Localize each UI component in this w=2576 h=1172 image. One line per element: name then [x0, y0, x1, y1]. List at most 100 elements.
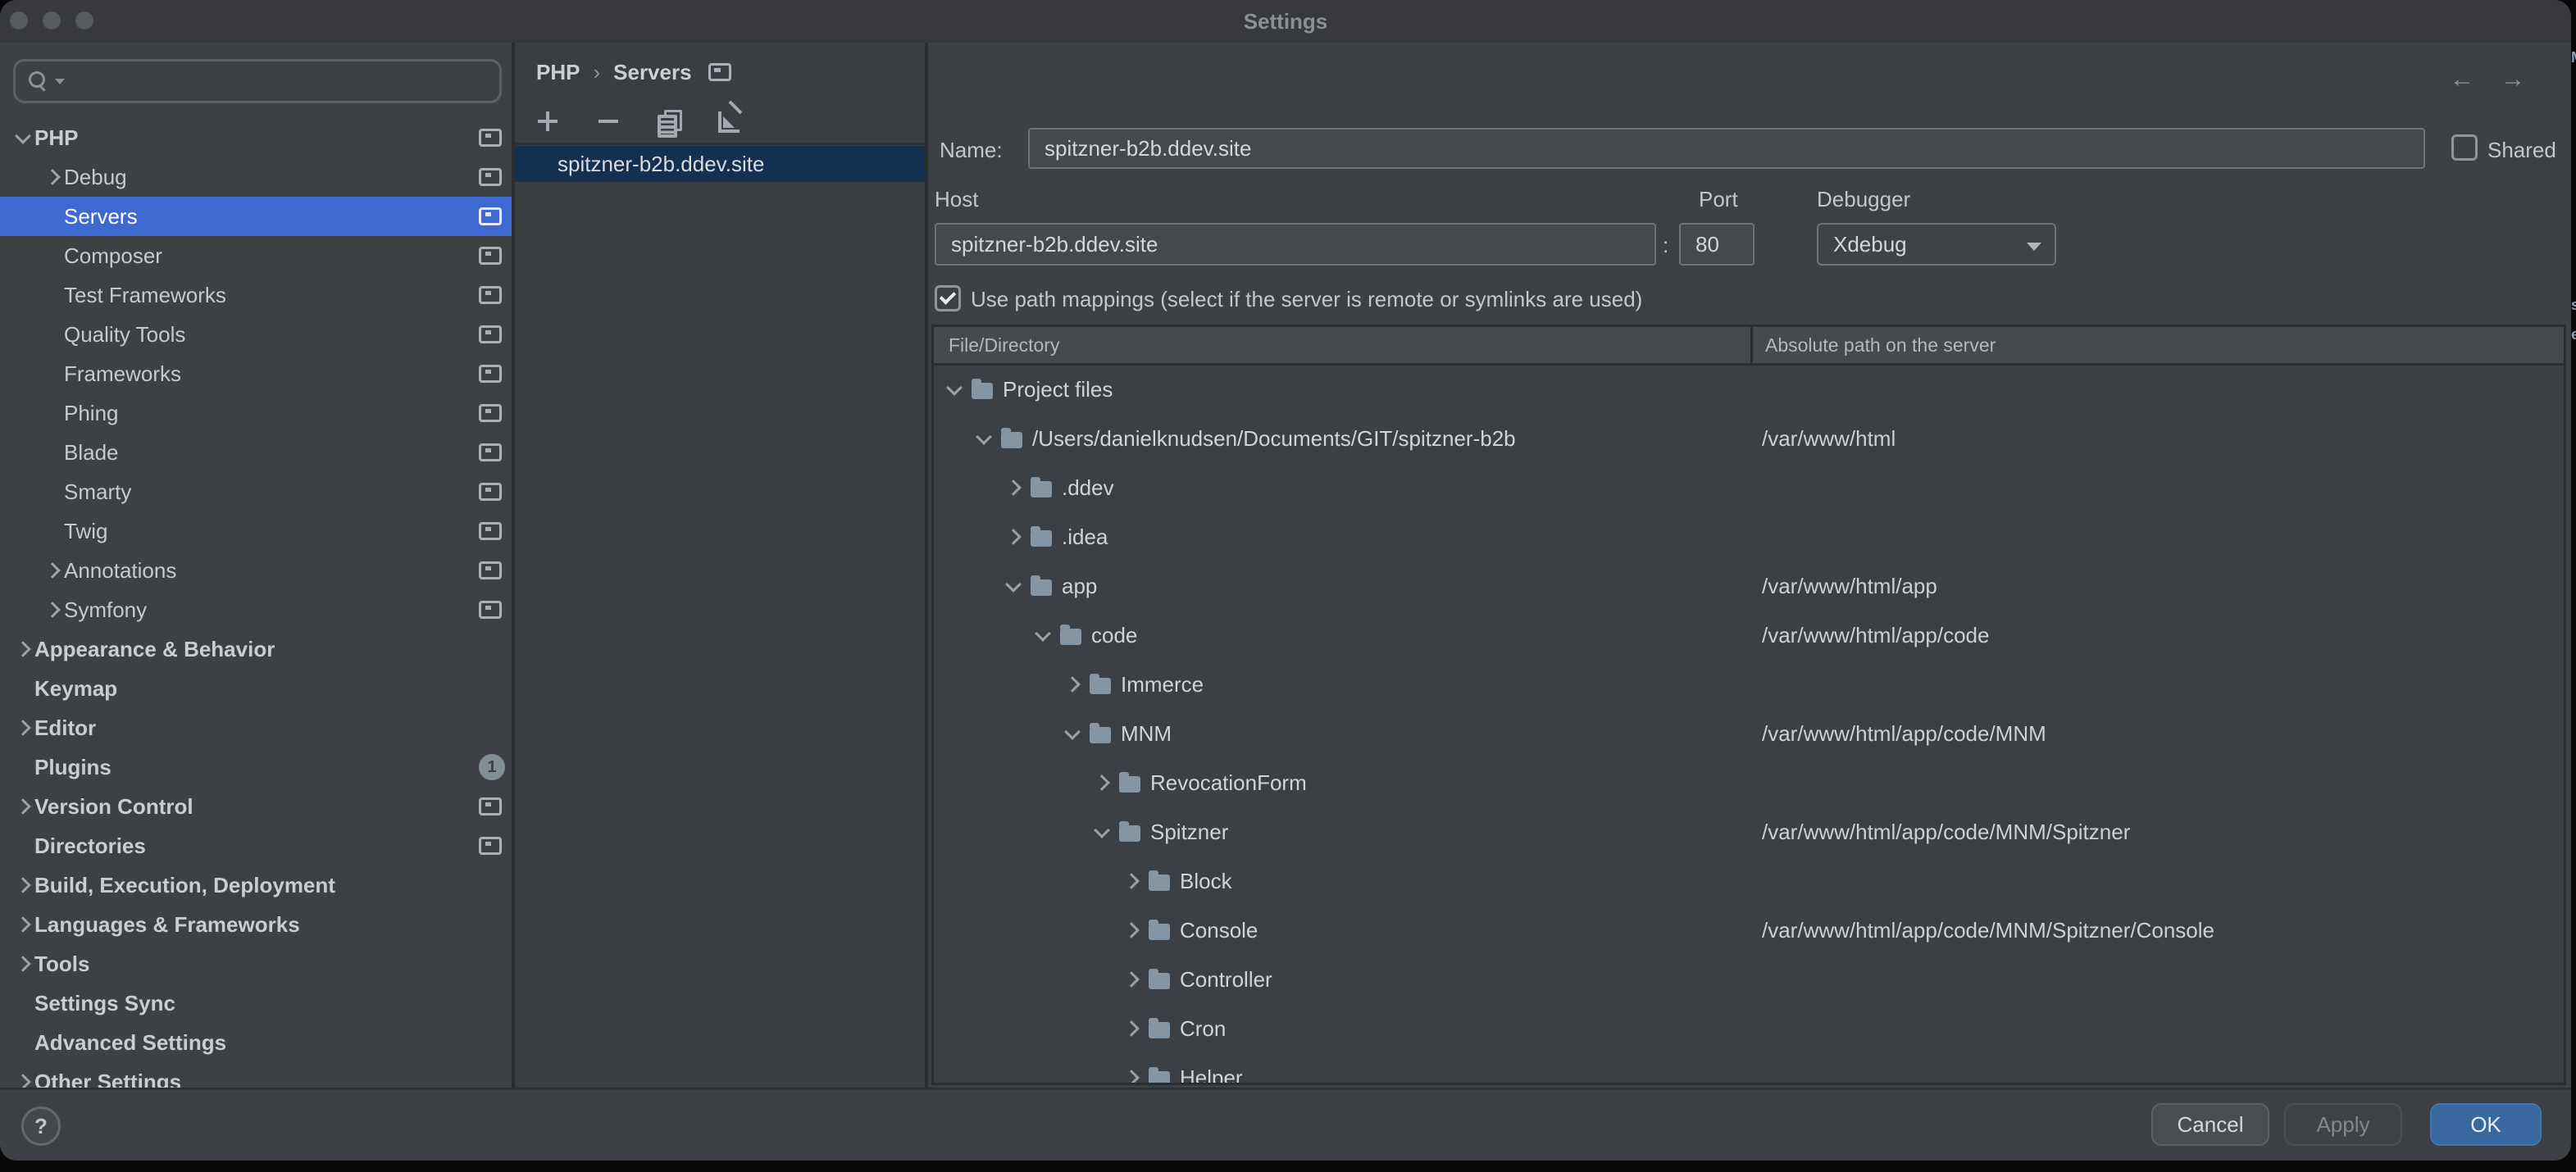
sidebar-item-other-settings[interactable]: Other Settings [0, 1062, 512, 1090]
sidebar-item-frameworks[interactable]: Frameworks [0, 354, 512, 393]
tree-row-ddev[interactable]: .ddev [934, 463, 2564, 512]
chevron-right-icon[interactable] [1005, 479, 1022, 496]
sidebar-item-languages-frameworks[interactable]: Languages & Frameworks [0, 905, 512, 944]
port-input[interactable] [1679, 223, 1755, 266]
back-arrow-icon[interactable]: ← [2450, 66, 2474, 93]
tree-row-immerce[interactable]: Immerce [934, 660, 2564, 709]
ok-button[interactable]: OK [2430, 1103, 2542, 1146]
chevron-right-icon[interactable] [44, 602, 61, 618]
tree-row-idea[interactable]: .idea [934, 512, 2564, 561]
chevron-right-icon[interactable] [15, 641, 31, 657]
server-name-input[interactable] [1028, 128, 2425, 169]
chevron-right-icon[interactable] [15, 798, 31, 815]
settings-page-icon [479, 365, 502, 383]
chevron-down-icon[interactable] [1005, 576, 1022, 593]
folder-icon [1090, 678, 1111, 694]
help-button[interactable]: ? [21, 1106, 61, 1146]
tree-row-helper[interactable]: Helper [934, 1053, 2564, 1083]
sidebar-item-editor[interactable]: Editor [0, 708, 512, 747]
tree-row-revocationform[interactable]: RevocationForm [934, 758, 2564, 807]
host-port-separator: : [1663, 233, 1668, 258]
background-window-fragment: s [2571, 297, 2576, 315]
server-list-item[interactable]: spitzner-b2b.ddev.site [515, 146, 925, 182]
tree-row-mnm[interactable]: MNM/var/www/html/app/code/MNM [934, 709, 2564, 758]
sidebar-item-php[interactable]: PHP [0, 118, 512, 157]
folder-icon [1149, 924, 1170, 940]
tree-row-project-files[interactable]: Project files [934, 365, 2564, 414]
chevron-down-icon[interactable] [1094, 822, 1110, 838]
forward-arrow-icon[interactable]: → [2501, 66, 2525, 93]
chevron-right-icon[interactable] [1123, 922, 1140, 938]
sidebar-item-advanced-settings[interactable]: Advanced Settings [0, 1023, 512, 1062]
import-server-button[interactable] [717, 108, 743, 134]
chevron-down-icon[interactable] [946, 379, 963, 396]
sidebar-item-tools[interactable]: Tools [0, 944, 512, 983]
sidebar-item-quality-tools[interactable]: Quality Tools [0, 315, 512, 354]
tree-row-controller[interactable]: Controller [934, 955, 2564, 1004]
breadcrumb-php[interactable]: PHP [536, 60, 580, 85]
sidebar-item-smarty[interactable]: Smarty [0, 472, 512, 511]
chevron-right-icon[interactable] [1123, 873, 1140, 889]
folder-icon [1090, 727, 1111, 743]
sidebar-item-plugins[interactable]: Plugins1 [0, 747, 512, 787]
chevron-right-icon[interactable] [44, 562, 61, 579]
debugger-select[interactable]: Xdebug [1817, 223, 2056, 266]
folder-icon [1149, 874, 1170, 891]
sidebar-item-test-frameworks[interactable]: Test Frameworks [0, 275, 512, 315]
host-input[interactable] [935, 223, 1656, 266]
screen: Settings PHP Debug Servers Composer Test… [0, 0, 2576, 1172]
sidebar-item-servers[interactable]: Servers [0, 197, 512, 236]
sidebar-item-phing[interactable]: Phing [0, 393, 512, 433]
column-header-absolute-path: Absolute path on the server [1765, 327, 1996, 363]
sidebar-item-version-control[interactable]: Version Control [0, 787, 512, 826]
chevron-right-icon[interactable] [1064, 676, 1081, 693]
settings-search-box[interactable] [13, 59, 502, 103]
shared-checkbox[interactable] [2451, 134, 2478, 161]
sidebar-item-settings-sync[interactable]: Settings Sync [0, 983, 512, 1023]
cancel-button[interactable]: Cancel [2151, 1103, 2269, 1146]
chevron-right-icon[interactable] [1123, 1070, 1140, 1083]
chevron-right-icon[interactable] [1123, 971, 1140, 988]
sidebar-item-blade[interactable]: Blade [0, 433, 512, 472]
settings-page-icon [479, 168, 502, 186]
sidebar-item-directories[interactable]: Directories [0, 826, 512, 865]
chevron-right-icon[interactable] [44, 169, 61, 185]
chevron-right-icon[interactable] [1094, 775, 1110, 791]
sidebar-item-annotations[interactable]: Annotations [0, 551, 512, 590]
sidebar-item-composer[interactable]: Composer [0, 236, 512, 275]
settings-page-icon [479, 601, 502, 619]
add-server-button[interactable] [535, 108, 561, 134]
tree-row-code[interactable]: code/var/www/html/app/code [934, 611, 2564, 660]
tree-row-block[interactable]: Block [934, 856, 2564, 906]
tree-row-cron[interactable]: Cron [934, 1004, 2564, 1053]
chevron-down-icon[interactable] [1064, 724, 1081, 740]
chevron-right-icon[interactable] [15, 877, 31, 893]
tree-row-spitzner[interactable]: Spitzner/var/www/html/app/code/MNM/Spitz… [934, 807, 2564, 856]
chevron-down-icon[interactable] [15, 128, 31, 144]
use-path-mappings-checkbox[interactable] [935, 285, 961, 311]
chevron-right-icon[interactable] [15, 720, 31, 736]
sidebar-item-appearance-behavior[interactable]: Appearance & Behavior [0, 629, 512, 669]
chevron-right-icon[interactable] [15, 956, 31, 972]
column-divider[interactable] [1750, 327, 1753, 363]
sidebar-item-symfony[interactable]: Symfony [0, 590, 512, 629]
sidebar-item-build-execution-deployment[interactable]: Build, Execution, Deployment [0, 865, 512, 905]
use-path-mappings-label: Use path mappings (select if the server … [971, 287, 1642, 312]
tree-row-project-root[interactable]: /Users/danielknudsen/Documents/GIT/spitz… [934, 414, 2564, 463]
chevron-right-icon[interactable] [1005, 529, 1022, 545]
chevron-right-icon[interactable] [15, 916, 31, 933]
search-input[interactable] [65, 67, 486, 96]
tree-row-app[interactable]: app/var/www/html/app [934, 561, 2564, 611]
copy-server-button[interactable] [656, 108, 682, 134]
tree-row-console[interactable]: Console/var/www/html/app/code/MNM/Spitzn… [934, 906, 2564, 955]
chevron-down-icon[interactable] [976, 429, 992, 445]
chevron-down-icon[interactable] [1035, 625, 1051, 642]
sidebar-item-twig[interactable]: Twig [0, 511, 512, 551]
remove-server-button[interactable] [595, 108, 621, 134]
chevron-right-icon[interactable] [1123, 1020, 1140, 1037]
sidebar-item-debug[interactable]: Debug [0, 157, 512, 197]
sidebar-item-keymap[interactable]: Keymap [0, 669, 512, 708]
apply-button[interactable]: Apply [2284, 1103, 2402, 1146]
search-options-caret-icon[interactable] [55, 79, 65, 84]
chevron-down-icon [2027, 243, 2041, 251]
